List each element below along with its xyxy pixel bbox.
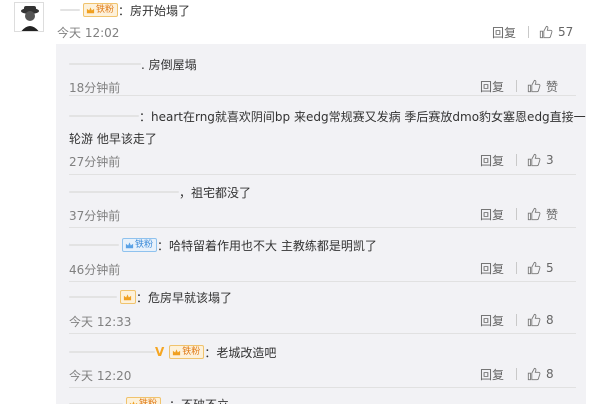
- like-count: 8: [546, 367, 554, 381]
- verified-v-icon: V: [155, 345, 165, 359]
- fan-badge-label: 铁粉: [135, 240, 154, 250]
- crown-icon: [125, 241, 134, 248]
- thumbs-up-icon[interactable]: [539, 25, 553, 39]
- crown-icon: [173, 348, 181, 355]
- reply-text-line2: 轮游 他早该走了: [69, 131, 157, 146]
- thumbs-up-icon[interactable]: [527, 207, 541, 221]
- reply-actions: 回复 8: [480, 312, 564, 328]
- comment-text: ：房开始塌了: [118, 3, 191, 18]
- reply-actions: 回复 赞: [480, 78, 564, 94]
- reply-actions: 回复 8: [480, 366, 564, 382]
- thumbs-up-icon[interactable]: [527, 79, 541, 93]
- divider: [528, 26, 529, 38]
- reply-time: 今天 12:33: [69, 315, 132, 329]
- reply-button[interactable]: 回复: [480, 260, 504, 277]
- username-redacted[interactable]: [69, 244, 119, 246]
- fan-badge-label: 铁粉: [182, 347, 201, 357]
- main-comment: 铁粉 ：房开始塌了 今天 12:02 回复 57: [0, 0, 594, 44]
- username-redacted[interactable]: [69, 115, 139, 117]
- reply-text: ：不破不立: [169, 396, 229, 404]
- like-count: 57: [558, 25, 574, 39]
- reply-time: 今天 12:20: [69, 369, 132, 383]
- reply-item: V 铁粉 ：老城改造吧 今天 12:20 回复 8: [56, 334, 586, 388]
- username-redacted[interactable]: [69, 351, 155, 353]
- fan-badge: 铁粉: [126, 397, 162, 404]
- like-count: 8: [546, 313, 554, 327]
- reply-item: ，祖宅都没了 37分钟前 回复 赞: [56, 175, 586, 228]
- fan-badge-label: 铁粉: [96, 5, 115, 15]
- like-count: 5: [546, 261, 554, 275]
- divider: [516, 208, 517, 220]
- divider: [516, 80, 517, 92]
- divider: [516, 154, 517, 166]
- reply-time: 27分钟前: [69, 155, 121, 169]
- reply-time: 37分钟前: [69, 209, 121, 223]
- divider: [516, 262, 517, 274]
- reply-time: 46分钟前: [69, 263, 121, 277]
- reply-header: 铁粉 ：不破不立: [69, 396, 229, 404]
- reply-actions: 回复 5: [480, 260, 564, 276]
- username-redacted[interactable]: [69, 191, 179, 193]
- username-redacted[interactable]: [69, 63, 141, 65]
- reply-time: 18分钟前: [69, 81, 121, 95]
- reply-item: ：危房早就该塌了 今天 12:33 回复 8: [56, 282, 586, 334]
- thumbs-up-icon[interactable]: [527, 313, 541, 327]
- reply-button[interactable]: 回复: [480, 152, 504, 169]
- reply-header: 铁粉 ：哈特留着作用也不大 主教练都是明凯了: [69, 237, 377, 253]
- reply-text: ：老城改造吧: [204, 345, 277, 360]
- like-label: 赞: [546, 79, 559, 94]
- comment-time: 今天 12:02: [57, 26, 120, 40]
- thumbs-up-icon[interactable]: [527, 367, 541, 381]
- reply-item: . 房倒屋塌 18分钟前 回复 赞: [56, 44, 586, 96]
- divider: [516, 314, 517, 326]
- like-label: 赞: [546, 207, 559, 222]
- reply-button[interactable]: 回复: [480, 312, 504, 329]
- thumbs-up-icon[interactable]: [527, 261, 541, 275]
- reply-button[interactable]: 回复: [492, 24, 516, 41]
- reply-button[interactable]: 回复: [480, 206, 504, 223]
- reply-text: ：heart在rng就喜欢阴间bp 来edg常规赛又发病 季后赛放dmo豹女塞恩…: [139, 109, 586, 124]
- reply-text-continued: 轮游 他早该走了: [69, 130, 157, 146]
- fan-badge: [120, 290, 136, 304]
- crown-icon: [123, 293, 132, 300]
- reply-text: ：哈特留着作用也不大 主教练都是明凯了: [157, 238, 377, 253]
- reply-item: ：heart在rng就喜欢阴间bp 来edg常规赛又发病 季后赛放dmo豹女塞恩…: [56, 96, 586, 175]
- reply-text: ：危房早就该塌了: [136, 290, 233, 305]
- fan-badge-label: 铁粉: [139, 399, 158, 404]
- username-redacted[interactable]: [60, 9, 80, 11]
- avatar[interactable]: [14, 2, 44, 32]
- reply-header: ：危房早就该塌了: [69, 289, 232, 305]
- thumbs-up-icon[interactable]: [527, 153, 541, 167]
- like-count: 3: [546, 153, 554, 167]
- crown-icon: [129, 400, 138, 404]
- fan-badge: 铁粉: [122, 238, 158, 252]
- comment-actions: 回复 57: [492, 24, 576, 40]
- reply-button[interactable]: 回复: [480, 366, 504, 383]
- reply-actions: 回复 3: [480, 152, 564, 168]
- reply-header: ，祖宅都没了: [69, 184, 251, 200]
- reply-item: 铁粉 ：哈特留着作用也不大 主教练都是明凯了 46分钟前 回复 5: [56, 228, 586, 282]
- fan-badge: 铁粉: [169, 345, 205, 359]
- crown-icon: [86, 6, 95, 13]
- divider: [516, 368, 517, 380]
- reply-header: ：heart在rng就喜欢阴间bp 来edg常规赛又发病 季后赛放dmo豹女塞恩…: [69, 108, 586, 124]
- reply-button[interactable]: 回复: [480, 78, 504, 95]
- reply-actions: 回复 赞: [480, 206, 564, 222]
- fan-badge: 铁粉: [83, 3, 119, 17]
- username-redacted[interactable]: [69, 296, 117, 298]
- reply-text: ，祖宅都没了: [179, 185, 252, 200]
- reply-item: 铁粉 ：不破不立: [56, 388, 586, 404]
- reply-list: . 房倒屋塌 18分钟前 回复 赞 ：heart在rng就喜欢阴间bp 来edg…: [56, 44, 586, 404]
- reply-header: . 房倒屋塌: [69, 56, 197, 72]
- comment-header: 铁粉 ：房开始塌了: [60, 2, 190, 18]
- reply-header: V 铁粉 ：老城改造吧: [69, 344, 276, 360]
- reply-text: . 房倒屋塌: [141, 57, 197, 72]
